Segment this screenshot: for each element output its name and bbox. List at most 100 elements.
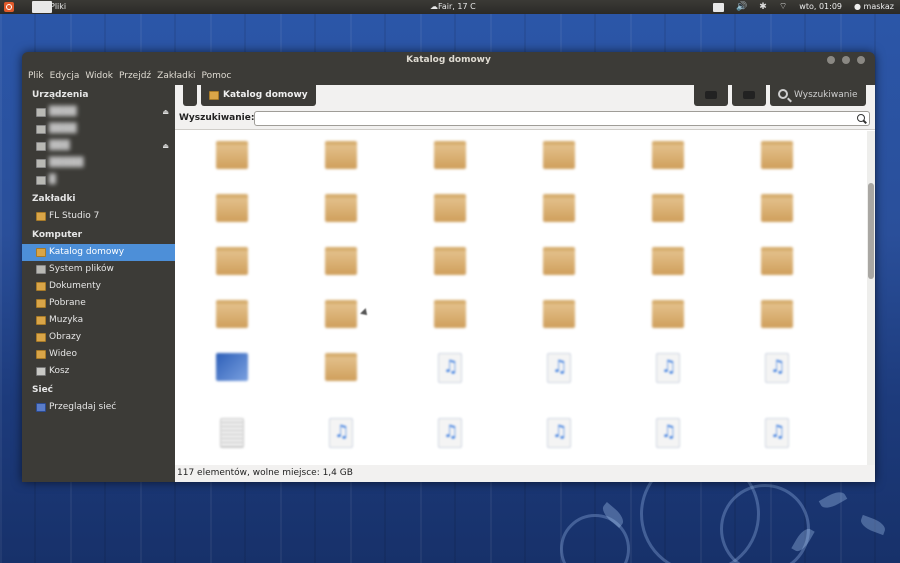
file-item[interactable] xyxy=(187,133,277,185)
vertical-scrollbar[interactable] xyxy=(867,131,875,465)
file-item[interactable] xyxy=(514,239,604,291)
file-item[interactable] xyxy=(732,345,822,397)
user-menu[interactable]: ● maskaz xyxy=(854,1,894,13)
sidebar-device-item[interactable]: ████ ⏏ xyxy=(22,104,175,121)
file-item[interactable] xyxy=(405,239,495,291)
panel-weather[interactable]: ☁Fair, 17 C xyxy=(430,2,476,11)
folder-icon xyxy=(325,353,357,381)
file-item[interactable] xyxy=(732,410,822,462)
file-item[interactable] xyxy=(405,410,495,462)
top-panel: Pliki ☁Fair, 17 C 🔊 ✱ ⌔ wto, 01:09 ● mas… xyxy=(0,0,900,14)
eject-icon[interactable]: ⏏ xyxy=(162,138,169,155)
sidebar-item-przegladaj-siec[interactable]: Przeglądaj sieć xyxy=(22,399,175,416)
file-item[interactable] xyxy=(514,186,604,238)
menu-plik[interactable]: Plik xyxy=(25,68,47,85)
drive-icon xyxy=(36,108,46,117)
eject-icon[interactable]: ⏏ xyxy=(162,104,169,121)
search-input[interactable] xyxy=(254,111,870,126)
menu-edycja[interactable]: Edycja xyxy=(47,68,83,85)
file-item[interactable] xyxy=(623,292,713,344)
file-item[interactable] xyxy=(514,345,604,397)
file-item[interactable] xyxy=(623,133,713,185)
file-item[interactable] xyxy=(405,292,495,344)
menu-przejdz[interactable]: Przejdź xyxy=(116,68,154,85)
file-item[interactable] xyxy=(405,186,495,238)
file-item[interactable] xyxy=(296,239,386,291)
folder-icon xyxy=(652,194,684,222)
sidebar-section-network: Sieć xyxy=(32,385,54,395)
file-item[interactable] xyxy=(296,186,386,238)
file-item[interactable] xyxy=(514,292,604,344)
menu-pomoc[interactable]: Pomoc xyxy=(199,68,235,85)
file-item[interactable] xyxy=(623,186,713,238)
file-item[interactable] xyxy=(623,410,713,462)
file-item[interactable] xyxy=(405,345,495,397)
file-item[interactable] xyxy=(296,345,386,397)
file-item[interactable] xyxy=(623,345,713,397)
scrollbar-thumb[interactable] xyxy=(868,183,874,279)
file-item[interactable] xyxy=(187,239,277,291)
panel-app-name[interactable]: Pliki xyxy=(50,2,66,11)
sidebar-item-dokumenty[interactable]: Dokumenty xyxy=(22,278,175,295)
window-titlebar[interactable]: Katalog domowy xyxy=(22,52,875,68)
toolbar: Katalog domowy Wyszukiwanie xyxy=(175,85,875,108)
file-item[interactable] xyxy=(732,133,822,185)
minimize-button[interactable] xyxy=(827,56,835,64)
sidebar-device-item[interactable]: █ xyxy=(22,172,175,189)
file-item[interactable] xyxy=(296,410,386,462)
sidebar-item-kosz[interactable]: Kosz xyxy=(22,363,175,380)
folder-icon xyxy=(36,212,46,221)
sidebar-item-label: Muzyka xyxy=(49,315,84,325)
window-controls xyxy=(827,56,865,64)
file-item[interactable] xyxy=(623,239,713,291)
maximize-button[interactable] xyxy=(842,56,850,64)
sidebar-item-label: Dokumenty xyxy=(49,281,101,291)
menu-widok[interactable]: Widok xyxy=(82,68,116,85)
forward-button[interactable] xyxy=(732,85,766,106)
wifi-icon[interactable]: ⌔ xyxy=(779,1,787,13)
bluetooth-icon[interactable]: ✱ xyxy=(759,1,767,13)
folder-icon xyxy=(36,282,46,291)
volume-icon[interactable]: 🔊 xyxy=(736,1,747,13)
sidebar-item-fl-studio[interactable]: FL Studio 7 xyxy=(22,208,175,225)
search-icon xyxy=(778,89,788,99)
path-button-home[interactable]: Katalog domowy xyxy=(201,85,316,106)
file-item[interactable] xyxy=(514,133,604,185)
ubuntu-logo-icon[interactable] xyxy=(4,2,14,12)
sidebar-item-system-plikow[interactable]: System plików xyxy=(22,261,175,278)
status-text: 117 elementów, wolne miejsce: 1,4 GB xyxy=(177,468,353,478)
file-item[interactable] xyxy=(187,345,277,397)
file-item[interactable] xyxy=(514,410,604,462)
file-item[interactable] xyxy=(296,292,386,344)
file-item[interactable] xyxy=(405,133,495,185)
panel-clock[interactable]: wto, 01:09 xyxy=(799,1,842,13)
folder-tray-icon[interactable] xyxy=(713,2,725,12)
sidebar-device-item[interactable]: █████ xyxy=(22,155,175,172)
search-bar: Wyszukiwanie: xyxy=(175,108,875,130)
sidebar-item-katalog-domowy[interactable]: Katalog domowy xyxy=(22,244,175,261)
close-button[interactable] xyxy=(857,56,865,64)
folder-icon xyxy=(434,247,466,275)
file-item[interactable] xyxy=(732,186,822,238)
folder-icon xyxy=(216,141,248,169)
file-item[interactable] xyxy=(732,239,822,291)
sidebar-item-wideo[interactable]: Wideo xyxy=(22,346,175,363)
sidebar-item-obrazy[interactable]: Obrazy xyxy=(22,329,175,346)
file-item[interactable] xyxy=(732,292,822,344)
search-button[interactable]: Wyszukiwanie xyxy=(770,85,866,106)
file-item[interactable] xyxy=(187,292,277,344)
file-item[interactable] xyxy=(296,133,386,185)
sidebar-item-muzyka[interactable]: Muzyka xyxy=(22,312,175,329)
search-field-icon[interactable] xyxy=(857,114,865,122)
back-button[interactable] xyxy=(694,85,728,106)
home-folder-icon xyxy=(36,248,46,257)
sidebar-device-item[interactable]: ████ xyxy=(22,121,175,138)
sidebar-item-pobrane[interactable]: Pobrane xyxy=(22,295,175,312)
file-item[interactable] xyxy=(187,410,277,462)
path-left-button[interactable] xyxy=(183,85,197,106)
menu-zakladki[interactable]: Zakładki xyxy=(154,68,198,85)
file-item[interactable] xyxy=(187,186,277,238)
sidebar-device-item[interactable]: ███ ⏏ xyxy=(22,138,175,155)
trash-icon xyxy=(36,367,46,376)
menu-bar: Plik Edycja Widok Przejdź Zakładki Pomoc xyxy=(22,68,875,85)
